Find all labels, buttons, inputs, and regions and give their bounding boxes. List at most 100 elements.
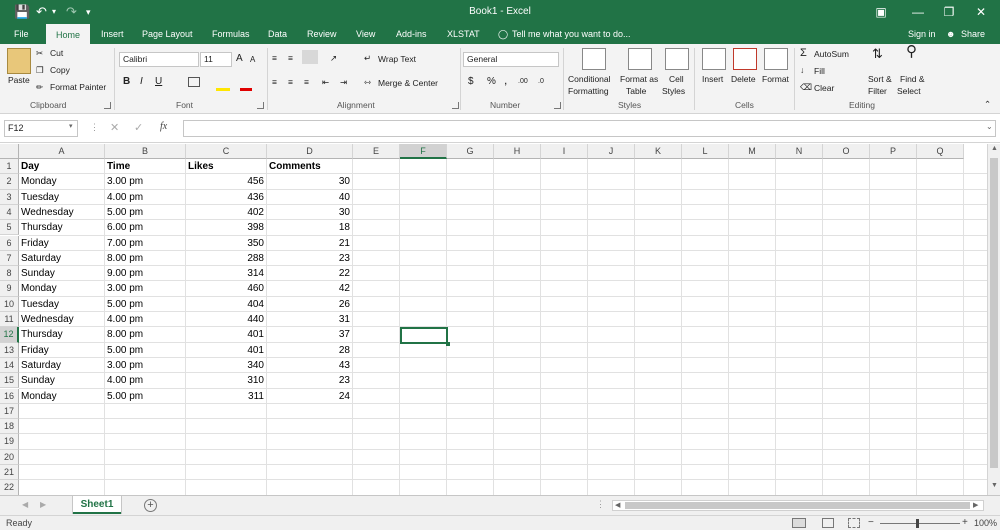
font-name-select[interactable]: Calibri [119,52,199,67]
table-cell[interactable]: 440 [186,312,266,327]
table-cell[interactable]: 21 [267,236,352,251]
number-launcher-icon[interactable] [554,102,561,109]
table-cell[interactable]: 26 [267,297,352,312]
insert-function-button[interactable]: fx [160,121,167,132]
horizontal-scroll-thumb[interactable] [625,502,970,509]
decrease-indent-icon[interactable]: ⇤ [322,76,329,88]
tab-home[interactable]: Home [46,24,90,44]
tab-xlstat[interactable]: XLSTAT [447,24,480,44]
tell-me-box[interactable]: Tell me what you want to do... [512,24,631,44]
row-header-19[interactable]: 19 [0,434,19,450]
name-box-dropdown-icon[interactable]: ▾ [69,122,73,130]
table-cell[interactable]: 436 [186,190,266,205]
new-sheet-button[interactable]: + [144,499,157,512]
row-header-22[interactable]: 22 [0,480,19,495]
orientation-icon[interactable]: ↗ [330,52,337,64]
column-header-n[interactable]: N [776,144,823,159]
table-cell[interactable]: Saturday [19,358,104,373]
table-cell[interactable]: Wednesday [19,312,104,327]
zoom-slider-thumb[interactable] [916,519,919,528]
minimize-button[interactable]: — [903,0,933,24]
table-cell[interactable]: 30 [267,205,352,220]
zoom-level[interactable]: 100% [974,516,997,530]
paste-icon[interactable] [7,48,31,74]
column-header-j[interactable]: J [588,144,635,159]
bold-button[interactable]: B [123,76,130,88]
autosum-button[interactable]: AutoSum [814,48,849,60]
currency-button[interactable]: $ [468,76,474,88]
zoom-out-icon[interactable]: − [868,516,874,530]
column-header-h[interactable]: H [494,144,541,159]
table-cell[interactable]: Thursday [19,220,104,235]
table-cell[interactable]: 6.00 pm [105,220,185,235]
format-cells-button[interactable]: Format [762,73,789,85]
table-cell[interactable]: 398 [186,220,266,235]
scroll-right-icon[interactable]: ▶ [973,501,978,509]
header-cell[interactable]: Likes [186,159,266,174]
header-cell[interactable]: Time [105,159,185,174]
table-cell[interactable]: 8.00 pm [105,327,185,342]
table-cell[interactable]: 3.00 pm [105,358,185,373]
scroll-down-icon[interactable]: ▼ [991,482,998,489]
page-layout-view-icon[interactable] [822,518,834,528]
column-header-e[interactable]: E [353,144,400,159]
conditional-formatting-button[interactable]: Conditional [568,73,611,85]
row-header-9[interactable]: 9 [0,281,19,297]
insert-cells-button[interactable]: Insert [702,73,723,85]
table-cell[interactable]: Saturday [19,251,104,266]
column-header-k[interactable]: K [635,144,682,159]
cell-styles-button[interactable]: Cell [669,73,684,85]
wrap-text-button[interactable]: Wrap Text [378,53,416,65]
table-cell[interactable]: 30 [267,174,352,189]
table-cell[interactable]: Tuesday [19,297,104,312]
increase-decimal-icon[interactable]: .00 [518,76,528,88]
column-header-d[interactable]: D [267,144,353,159]
column-header-l[interactable]: L [682,144,729,159]
horizontal-scrollbar[interactable]: ◀ ▶ [612,500,984,511]
percent-button[interactable]: % [487,76,496,88]
column-header-f[interactable]: F [400,144,447,159]
italic-button[interactable]: I [140,76,143,88]
expand-formula-icon[interactable]: ⌄ [986,122,993,131]
table-cell[interactable]: 42 [267,281,352,296]
decrease-decimal-icon[interactable]: .0 [538,76,544,88]
align-right-icon[interactable]: ≡ [304,76,309,88]
borders-icon[interactable] [188,77,200,87]
formula-input[interactable] [183,120,996,137]
table-cell[interactable]: 456 [186,174,266,189]
find-select-button[interactable]: Find & [900,73,925,85]
delete-cells-button[interactable]: Delete [731,73,756,85]
name-box[interactable]: F12 [4,120,78,137]
table-cell[interactable]: 5.00 pm [105,343,185,358]
enter-icon[interactable]: ✓ [134,121,143,134]
increase-font-icon[interactable]: A [236,53,243,65]
column-header-m[interactable]: M [729,144,776,159]
table-cell[interactable]: 314 [186,266,266,281]
row-header-1[interactable]: 1 [0,159,19,175]
header-cell[interactable]: Comments [267,159,352,174]
merge-center-button[interactable]: Merge & Center [378,77,438,89]
table-cell[interactable]: Monday [19,174,104,189]
table-cell[interactable]: 402 [186,205,266,220]
tab-page-layout[interactable]: Page Layout [142,24,193,44]
row-header-20[interactable]: 20 [0,449,19,465]
format-painter-button[interactable]: Format Painter [50,81,106,93]
comma-style-button[interactable]: , [504,74,507,86]
scroll-left-icon[interactable]: ◀ [615,501,620,509]
table-cell[interactable]: 40 [267,190,352,205]
table-cell[interactable]: 31 [267,312,352,327]
fill-handle[interactable] [446,342,450,346]
header-cell[interactable]: Day [19,159,104,174]
select-all-button[interactable] [0,144,19,159]
table-cell[interactable]: 5.00 pm [105,205,185,220]
table-cell[interactable]: 3.00 pm [105,174,185,189]
table-cell[interactable]: 404 [186,297,266,312]
table-cell[interactable]: 340 [186,358,266,373]
row-header-14[interactable]: 14 [0,357,19,374]
table-cell[interactable]: 4.00 pm [105,190,185,205]
row-header-6[interactable]: 6 [0,235,19,251]
number-format-select[interactable]: General [463,52,559,67]
table-cell[interactable]: Sunday [19,373,104,388]
tab-insert[interactable]: Insert [101,24,124,44]
column-header-c[interactable]: C [186,144,267,159]
